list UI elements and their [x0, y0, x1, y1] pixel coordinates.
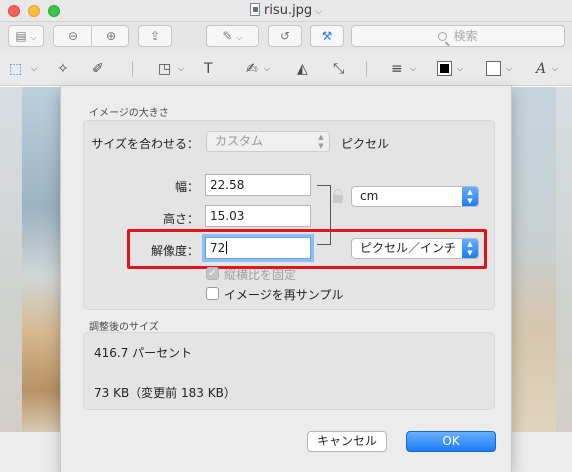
image-document-icon — [249, 3, 260, 16]
fit-into-label: サイズを合わせる： — [91, 137, 199, 151]
height-field[interactable]: 15.03 — [205, 205, 311, 227]
adjust-color-icon[interactable]: ◭ — [297, 60, 308, 78]
resolution-value: 72 — [210, 241, 226, 255]
text-style-chevron-icon[interactable]: ⌵ — [552, 64, 558, 74]
resolution-unit-value: ピクセル／インチ — [360, 241, 457, 255]
scale-proportionally-checkbox[interactable]: ✓ — [206, 267, 219, 280]
border-color-chevron-icon[interactable]: ⌵ — [457, 64, 463, 74]
unit-value: cm — [360, 189, 379, 203]
signature-tool-icon[interactable]: ✍ — [246, 60, 258, 78]
width-field[interactable]: 22.58 — [205, 174, 311, 196]
preview-window: risu.jpg ⌵ ▤ ⌵ ⊖ ⊕ ⇪ ✎ ⌵ ↺ ⚒ 検索 ⬚ ⌵ ✧ ✐ … — [0, 0, 572, 472]
markup-button[interactable]: ✎ ⌵ — [206, 25, 259, 47]
fit-into-unit-label: ピクセル — [341, 137, 390, 151]
zoom-segmented-control: ⊖ ⊕ — [53, 25, 129, 47]
rotate-button[interactable]: ↺ — [268, 25, 302, 47]
adjust-size-icon[interactable]: ⤡ — [333, 60, 344, 78]
unit-chevron-icon: ▲ ▼ — [462, 187, 478, 206]
photo-right-edge — [512, 87, 556, 432]
border-color-button[interactable] — [437, 61, 452, 76]
shape-style-icon[interactable]: ≡ — [391, 60, 403, 78]
toolbar-divider — [132, 61, 133, 77]
rotate-icon: ↺ — [279, 29, 291, 43]
text-caret — [226, 241, 228, 254]
resample-checkbox[interactable] — [206, 287, 219, 300]
toolbox-icon: ⚒ — [321, 29, 333, 43]
fit-into-value: カスタム — [215, 134, 264, 148]
instant-alpha-icon[interactable]: ✧ — [57, 60, 69, 78]
search-placeholder: 検索 — [453, 29, 478, 43]
resample-label: イメージを再サンプル — [224, 288, 344, 302]
signature-chevron-icon[interactable]: ⌵ — [264, 64, 270, 74]
result-percent: 416.7 パーセント — [94, 346, 193, 360]
fill-color-button[interactable] — [486, 61, 501, 76]
ok-button[interactable]: OK — [406, 431, 496, 452]
text-style-icon[interactable]: A — [536, 60, 546, 78]
zoom-out-button[interactable]: ⊖ — [54, 26, 92, 46]
main-toolbar: ▤ ⌵ ⊖ ⊕ ⇪ ✎ ⌵ ↺ ⚒ 検索 — [0, 22, 572, 52]
sidebar-view-button[interactable]: ▤ ⌵ — [8, 25, 44, 47]
checkmark-icon: ✓ — [208, 268, 217, 279]
sketch-tool-icon[interactable]: ✐ — [92, 60, 104, 78]
markup-pen-icon: ✎ — [222, 29, 233, 43]
resulting-size-section-title: 調整後のサイズ — [89, 322, 159, 333]
window-title-area[interactable]: risu.jpg ⌵ — [0, 3, 572, 18]
resolution-unit-popup[interactable]: ピクセル／インチ ▲ ▼ — [351, 238, 479, 259]
title-bar: risu.jpg ⌵ — [0, 0, 572, 22]
share-icon: ⇪ — [149, 29, 161, 43]
fit-into-popup: カスタム ▲ ▼ — [206, 131, 330, 152]
fill-color-chevron-icon[interactable]: ⌵ — [506, 64, 512, 74]
scale-proportionally-label: 縦横比を固定 — [224, 268, 297, 282]
window-title: risu.jpg — [263, 3, 313, 18]
text-tool-icon[interactable]: T — [204, 60, 213, 78]
sidebar-icon: ▤ — [15, 29, 27, 43]
shapes-tool-icon[interactable]: ◳ — [158, 60, 171, 78]
shapes-chevron-icon[interactable]: ⌵ — [178, 64, 184, 74]
resolution-field[interactable]: 72 — [205, 237, 311, 259]
unit-popup[interactable]: cm ▲ ▼ — [351, 186, 479, 207]
image-size-section-title: イメージの大きさ — [89, 108, 169, 119]
share-button[interactable]: ⇪ — [138, 25, 172, 47]
toolbar-divider — [366, 61, 367, 77]
title-menu-chevron-icon: ⌵ — [315, 7, 323, 17]
cancel-button[interactable]: キャンセル — [307, 431, 387, 452]
fit-into-chevron-icon: ▲ ▼ — [318, 133, 324, 150]
adjust-size-dialog: イメージの大きさ サイズを合わせる： カスタム ▲ ▼ ピクセル 幅： 22.58… — [60, 86, 512, 472]
height-label: 高さ： — [162, 212, 199, 226]
markup-toolbar-toggle-button[interactable]: ⚒ — [310, 25, 344, 47]
selection-tool-icon[interactable]: ⬚ — [9, 60, 22, 78]
border-color-swatch — [440, 64, 449, 73]
markup-toolbar: ⬚ ⌵ ✧ ✐ ◳ ⌵ T ✍ ⌵ ◭ ⤡ ≡ ⌵ ⌵ ⌵ A ⌵ — [0, 52, 572, 86]
search-field[interactable]: 検索 — [351, 25, 565, 47]
markup-chevron-icon: ⌵ — [236, 33, 243, 42]
resolution-unit-chevron-icon: ▲ ▼ — [462, 239, 478, 258]
result-filesize: 73 KB（変更前 183 KB） — [94, 386, 236, 400]
zoom-in-button[interactable]: ⊕ — [92, 26, 130, 46]
lock-icon — [333, 189, 343, 203]
selection-tool-chevron-icon[interactable]: ⌵ — [31, 64, 37, 74]
resolution-label: 解像度： — [150, 244, 199, 258]
sidebar-chevron-icon: ⌵ — [30, 33, 37, 42]
zoom-in-icon: ⊕ — [105, 29, 117, 43]
photo-left-edge — [22, 87, 60, 432]
search-icon — [438, 32, 448, 41]
zoom-out-icon: ⊖ — [67, 29, 79, 43]
width-label: 幅： — [174, 180, 199, 194]
shape-style-chevron-icon[interactable]: ⌵ — [410, 64, 416, 74]
